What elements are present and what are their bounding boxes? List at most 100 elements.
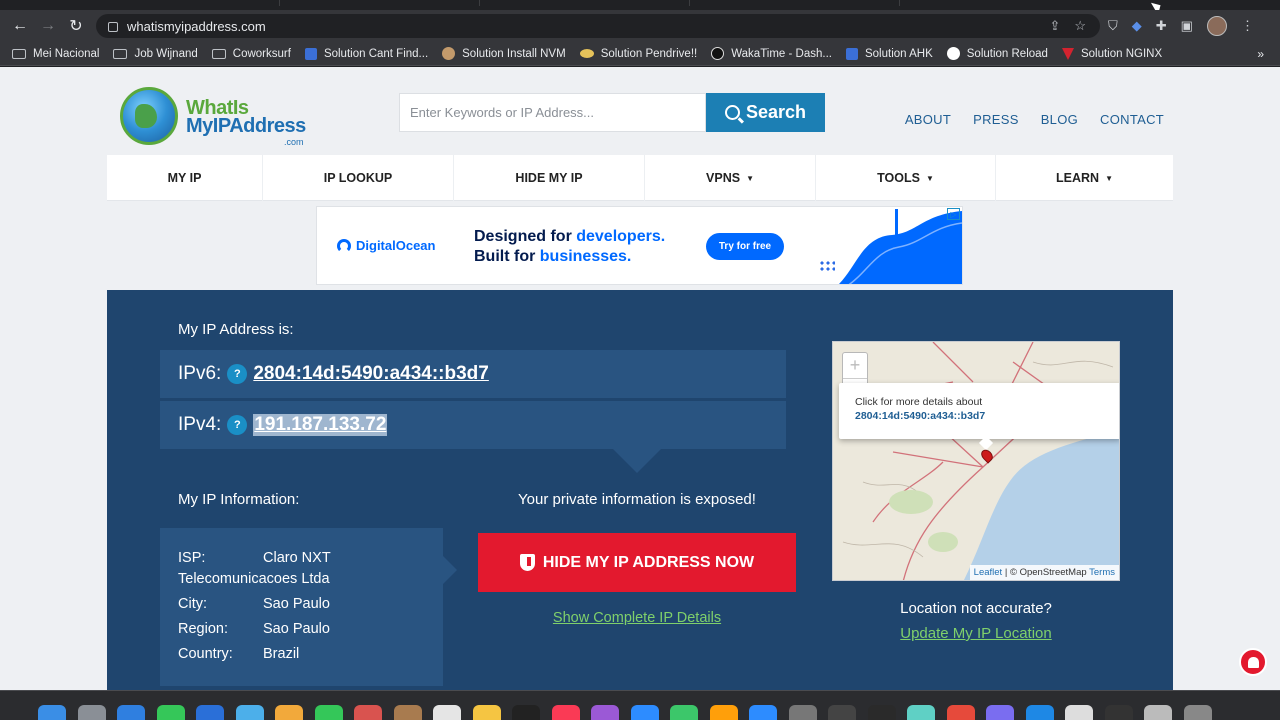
- adchoices-icon[interactable]: ▷: [947, 208, 960, 220]
- info-key: City:: [178, 596, 207, 612]
- bookmarks-overflow-icon[interactable]: »: [1257, 47, 1264, 61]
- lock-icon[interactable]: [108, 22, 118, 32]
- search-input[interactable]: [399, 93, 706, 132]
- help-question-icon[interactable]: ?: [227, 364, 248, 384]
- nav-ip-lookup[interactable]: IP LOOKUP: [263, 155, 454, 201]
- dock-app-icon[interactable]: [77, 705, 106, 720]
- notification-bell-button[interactable]: [1239, 648, 1267, 676]
- bookmark-item[interactable]: Solution Reload: [946, 47, 1048, 60]
- dock-app-icon[interactable]: [117, 705, 145, 720]
- favicon-icon: [946, 47, 960, 60]
- dock-app-icon[interactable]: [867, 705, 896, 720]
- reload-icon[interactable]: ↻: [62, 12, 90, 40]
- logo-text-line2: MyIPAddress: [186, 115, 306, 137]
- dock-app-icon[interactable]: [1183, 705, 1212, 720]
- nav-hide-my-ip[interactable]: HIDE MY IP: [454, 155, 645, 201]
- map-popup[interactable]: Click for more details about 2804:14d:54…: [839, 383, 1119, 439]
- exposed-warning: Your private information is exposed!: [518, 491, 756, 508]
- dock-app-icon[interactable]: [946, 705, 975, 720]
- search-button-label: Search: [745, 102, 807, 122]
- browser-menu-icon[interactable]: ⋮: [1241, 18, 1254, 34]
- dock-app-icon[interactable]: [38, 705, 66, 720]
- terms-link[interactable]: Terms: [1089, 567, 1115, 578]
- dock-app-icon[interactable]: [1025, 705, 1054, 720]
- link-about[interactable]: ABOUT: [905, 112, 951, 127]
- info-key: ISP:: [178, 550, 206, 566]
- hide-my-ip-button[interactable]: HIDE MY IP ADDRESS NOW: [478, 533, 796, 592]
- nav-my-ip[interactable]: MY IP: [107, 155, 263, 201]
- nav-vpns[interactable]: VPNS ▼: [645, 155, 816, 201]
- browser-tab[interactable]: [510, 0, 690, 6]
- bookmark-item[interactable]: Job Wijnand: [113, 48, 198, 60]
- bookmark-star-icon[interactable]: ☆: [1074, 18, 1086, 34]
- dock-app-icon[interactable]: [512, 705, 540, 720]
- dock-app-icon[interactable]: [749, 705, 777, 720]
- dock-app-icon[interactable]: [433, 705, 461, 720]
- popup-ip-link[interactable]: 2804:14d:5490:a434::b3d7: [855, 410, 1119, 422]
- leaflet-link[interactable]: Leaflet: [974, 567, 1003, 578]
- profile-avatar[interactable]: [1206, 16, 1227, 36]
- my-ip-heading: My IP Address is:: [178, 321, 294, 338]
- address-bar[interactable]: whatismyipaddress.com ⇪ ☆: [96, 14, 1100, 38]
- ipv4-address-link[interactable]: 191.187.133.72: [253, 414, 388, 436]
- dock-app-icon[interactable]: [1065, 705, 1093, 720]
- browser-tab[interactable]: [720, 0, 900, 6]
- map-attribution: Leaflet | © OpenStreetMap Terms: [969, 565, 1119, 580]
- extension-shield-icon[interactable]: ⛉: [1108, 18, 1118, 34]
- dock-app-icon[interactable]: [235, 705, 264, 720]
- nav-learn[interactable]: LEARN ▼: [996, 155, 1173, 201]
- dock-app-icon[interactable]: [393, 705, 422, 720]
- dock-app-icon[interactable]: [156, 705, 185, 720]
- browser-tab[interactable]: [100, 0, 280, 6]
- help-question-icon[interactable]: ?: [227, 415, 248, 435]
- dock-app-icon[interactable]: [354, 705, 382, 720]
- link-contact[interactable]: CONTACT: [1100, 112, 1164, 127]
- bookmark-item[interactable]: Solution Cant Find...: [304, 47, 428, 60]
- dock-app-icon[interactable]: [1104, 705, 1133, 720]
- shield-icon: [519, 554, 535, 571]
- dock-app-icon[interactable]: [591, 705, 619, 720]
- bookmark-item[interactable]: Solution NGINX: [1061, 47, 1162, 60]
- dock-app-icon[interactable]: [670, 705, 698, 720]
- dock-app-icon[interactable]: [1144, 705, 1172, 720]
- link-blog[interactable]: BLOG: [1041, 112, 1078, 127]
- bookmark-item[interactable]: WakaTime - Dash...: [711, 47, 832, 60]
- side-panel-icon[interactable]: ▣: [1181, 18, 1193, 34]
- dock-app-icon[interactable]: [551, 705, 580, 720]
- dock-app-icon[interactable]: [709, 705, 738, 720]
- dock-app-icon[interactable]: [986, 705, 1014, 720]
- ad-cta-button[interactable]: Try for free: [706, 233, 784, 260]
- location-map[interactable]: + − Click for more details about 2804:14…: [832, 341, 1120, 581]
- bookmark-item[interactable]: Mei Nacional: [12, 48, 99, 60]
- dock-app-icon[interactable]: [275, 705, 303, 720]
- address-url[interactable]: whatismyipaddress.com: [127, 19, 266, 34]
- browser-tab[interactable]: [300, 0, 480, 6]
- advertisement-banner[interactable]: DigitalOcean Designed for developers. Bu…: [316, 206, 963, 285]
- dock-app-icon[interactable]: [314, 705, 343, 720]
- update-location-link[interactable]: Update My IP Location: [832, 625, 1120, 642]
- site-logo[interactable]: WhatIs MyIPAddress .com: [120, 87, 310, 149]
- forward-arrow-icon[interactable]: →: [34, 12, 62, 40]
- ipv6-address-link[interactable]: 2804:14d:5490:a434::b3d7: [253, 363, 489, 385]
- dock-app-icon[interactable]: [828, 705, 856, 720]
- hide-button-label: HIDE MY IP ADDRESS NOW: [542, 553, 755, 571]
- search-button[interactable]: Search: [706, 93, 825, 132]
- nav-tools[interactable]: TOOLS ▼: [816, 155, 996, 201]
- link-press[interactable]: PRESS: [973, 112, 1019, 127]
- bookmark-item[interactable]: Solution Install NVM: [442, 47, 566, 60]
- bookmark-item[interactable]: Solution AHK: [845, 47, 933, 60]
- ad-text: Built for: [474, 248, 540, 265]
- dock-app-icon[interactable]: [630, 705, 659, 720]
- dock-app-icon[interactable]: [196, 705, 224, 720]
- bookmark-item[interactable]: Coworksurf: [211, 48, 291, 60]
- dock-app-icon[interactable]: [907, 705, 935, 720]
- bookmark-item[interactable]: Solution Pendrive!!: [579, 48, 697, 60]
- back-arrow-icon[interactable]: ←: [6, 12, 34, 40]
- show-ip-details-link[interactable]: Show Complete IP Details: [479, 610, 795, 626]
- extensions-puzzle-icon[interactable]: ✚: [1156, 18, 1167, 34]
- dock-app-icon[interactable]: [472, 705, 501, 720]
- share-icon[interactable]: ⇪: [1049, 18, 1060, 34]
- extension-tag-icon[interactable]: ◆: [1132, 18, 1142, 34]
- map-zoom-in-button[interactable]: +: [843, 353, 867, 379]
- dock-app-icon[interactable]: [788, 705, 817, 720]
